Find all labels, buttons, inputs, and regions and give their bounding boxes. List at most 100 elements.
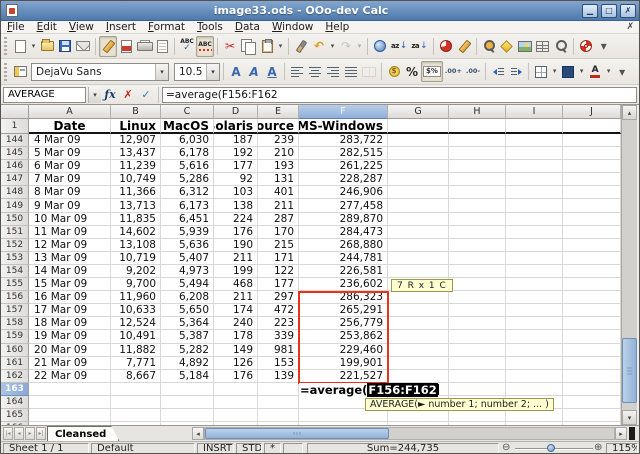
- cell[interactable]: 5,184: [161, 370, 214, 383]
- cell[interactable]: [161, 383, 214, 396]
- cell[interactable]: [506, 252, 563, 265]
- cell[interactable]: [563, 134, 621, 147]
- row-header[interactable]: 158: [1, 317, 29, 330]
- menu-insert[interactable]: Insert: [100, 21, 142, 34]
- cell[interactable]: [449, 119, 506, 134]
- previous-sheet-button[interactable]: ◂: [14, 427, 24, 440]
- cell[interactable]: [563, 160, 621, 173]
- cell[interactable]: [29, 383, 111, 396]
- row-header[interactable]: 151: [1, 226, 29, 239]
- cell[interactable]: [506, 330, 563, 343]
- cell[interactable]: 149: [214, 344, 258, 357]
- font-color-button[interactable]: [586, 61, 604, 82]
- row-header[interactable]: 155: [1, 278, 29, 291]
- cell[interactable]: 13,437: [111, 147, 161, 160]
- cell[interactable]: [449, 252, 506, 265]
- vertical-scrollbar[interactable]: ▴ ▾: [621, 105, 637, 425]
- cell[interactable]: 297: [258, 291, 299, 304]
- cell[interactable]: 221,527: [299, 370, 388, 383]
- cancel-button[interactable]: ✗: [119, 87, 137, 103]
- cell[interactable]: 229,460: [299, 344, 388, 357]
- cell[interactable]: [449, 199, 506, 212]
- auto-spellcheck-button[interactable]: [196, 36, 214, 57]
- column-header-F[interactable]: F: [299, 105, 388, 119]
- cell[interactable]: [388, 252, 449, 265]
- paste-button[interactable]: [258, 36, 276, 57]
- decrease-indent-button[interactable]: [489, 61, 507, 82]
- cell[interactable]: [449, 186, 506, 199]
- cell[interactable]: 4 Mar 09: [29, 134, 111, 147]
- cell[interactable]: [563, 278, 621, 291]
- column-header-D[interactable]: D: [214, 105, 258, 119]
- cell[interactable]: 289,870: [299, 213, 388, 226]
- cell[interactable]: [388, 330, 449, 343]
- cell[interactable]: 261,225: [299, 160, 388, 173]
- align-right-button[interactable]: [324, 61, 342, 82]
- column-header-A[interactable]: A: [29, 105, 111, 119]
- cell[interactable]: 11,366: [111, 186, 161, 199]
- cell[interactable]: 265,291: [299, 304, 388, 317]
- cell[interactable]: 153: [258, 357, 299, 370]
- find-replace-button[interactable]: [480, 36, 498, 57]
- row-header[interactable]: 1: [1, 119, 29, 134]
- cell[interactable]: [506, 186, 563, 199]
- row-header[interactable]: 160: [1, 344, 29, 357]
- chevron-down-icon[interactable]: ▾: [155, 64, 168, 80]
- cell[interactable]: 22 Mar 09: [29, 370, 111, 383]
- redo-button[interactable]: ↷: [337, 36, 355, 57]
- row-header[interactable]: 154: [1, 265, 29, 278]
- cell[interactable]: 13,108: [111, 239, 161, 252]
- cell[interactable]: 20 Mar 09: [29, 344, 111, 357]
- cell[interactable]: [506, 213, 563, 226]
- cell[interactable]: [506, 265, 563, 278]
- sum-field[interactable]: Sum=244,735: [307, 443, 499, 454]
- cell[interactable]: [449, 383, 506, 396]
- cell[interactable]: 6 Mar 09: [29, 160, 111, 173]
- maximize-button[interactable]: □: [601, 4, 617, 18]
- cell[interactable]: 11,882: [111, 344, 161, 357]
- gallery-button[interactable]: [516, 36, 534, 57]
- cell[interactable]: [506, 173, 563, 186]
- cell[interactable]: [506, 199, 563, 212]
- cell[interactable]: 223: [258, 317, 299, 330]
- cell[interactable]: [388, 226, 449, 239]
- toolbar-grip[interactable]: [4, 63, 7, 81]
- cell[interactable]: [388, 265, 449, 278]
- scroll-left-icon[interactable]: ◂: [192, 427, 204, 440]
- cell[interactable]: 472: [258, 304, 299, 317]
- cell[interactable]: 171: [258, 252, 299, 265]
- row-header[interactable]: 157: [1, 304, 29, 317]
- hyperlink-button[interactable]: [371, 36, 389, 57]
- edit-mode-button[interactable]: [99, 36, 117, 57]
- cell[interactable]: 10,719: [111, 252, 161, 265]
- cell[interactable]: 5,494: [161, 278, 214, 291]
- cell[interactable]: [449, 239, 506, 252]
- cell[interactable]: [506, 278, 563, 291]
- export-pdf-button[interactable]: [117, 36, 135, 57]
- cell[interactable]: 468: [214, 278, 258, 291]
- cell[interactable]: 17 Mar 09: [29, 304, 111, 317]
- cell[interactable]: [29, 396, 111, 409]
- cell[interactable]: 92: [214, 173, 258, 186]
- background-color-button[interactable]: [559, 61, 577, 82]
- cell[interactable]: 4,892: [161, 357, 214, 370]
- row-header[interactable]: 147: [1, 173, 29, 186]
- format-paintbrush-button[interactable]: [292, 36, 310, 57]
- menu-view[interactable]: View: [63, 21, 100, 34]
- cell[interactable]: [449, 226, 506, 239]
- sort-ascending-button[interactable]: [389, 36, 409, 57]
- cell[interactable]: [563, 409, 621, 422]
- help-button[interactable]: [577, 36, 595, 57]
- cell[interactable]: 10,633: [111, 304, 161, 317]
- print-button[interactable]: [135, 36, 153, 57]
- cell[interactable]: [563, 173, 621, 186]
- paste-dropdown[interactable]: ▾: [276, 36, 285, 57]
- cell[interactable]: 11,239: [111, 160, 161, 173]
- redo-dropdown[interactable]: ▾: [355, 36, 364, 57]
- align-center-button[interactable]: [306, 61, 324, 82]
- row-header[interactable]: 164: [1, 396, 29, 409]
- sort-descending-button[interactable]: [409, 36, 429, 57]
- cell[interactable]: [388, 370, 449, 383]
- row-header[interactable]: 156: [1, 291, 29, 304]
- cell[interactable]: [388, 357, 449, 370]
